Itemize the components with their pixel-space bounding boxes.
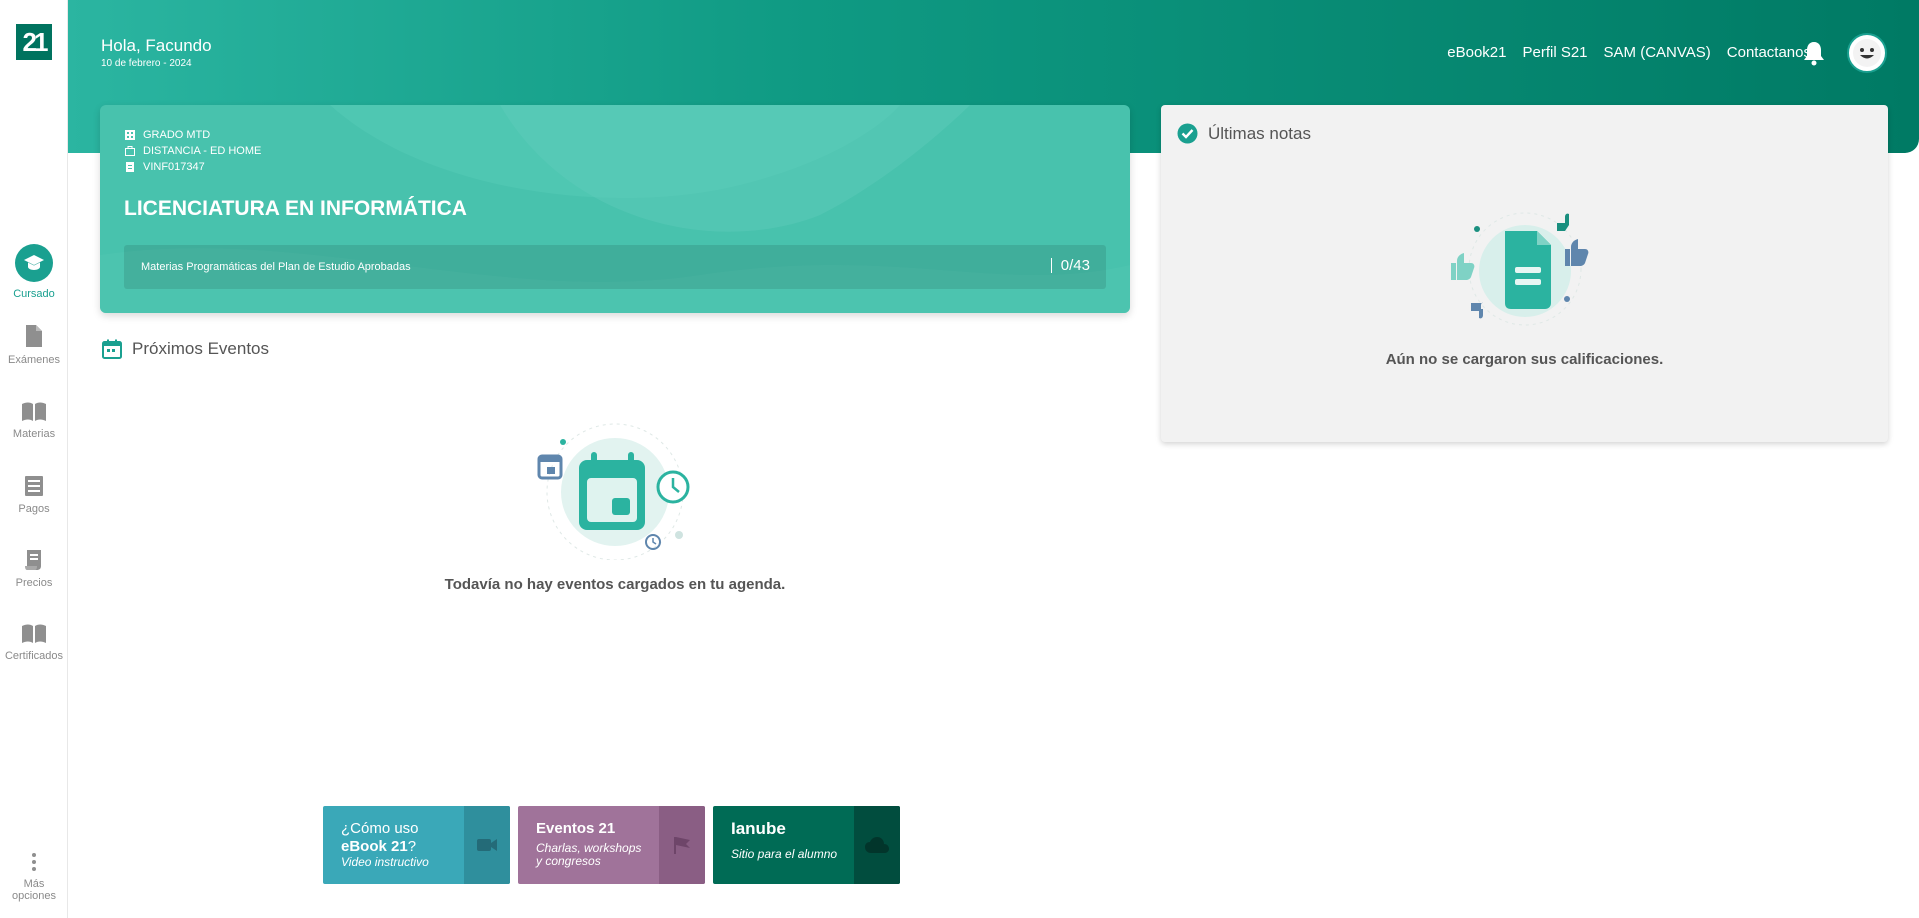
current-date: 10 de febrero - 2024 (101, 58, 192, 69)
events-section-title: Próximos Eventos (132, 339, 269, 358)
sidebar-item-label: Exámenes (8, 354, 60, 366)
tile-ebook21-title: ¿Cómo uso eBook 21? (341, 820, 419, 856)
tile-eventos21[interactable]: Eventos 21 Charlas, workshops y congreso… (518, 806, 705, 884)
more-options-label-2: opciones (11, 890, 57, 902)
nav-ebook21[interactable]: eBook21 (1447, 44, 1506, 61)
program-code: VINF017347 (143, 161, 205, 173)
tile-ebook21-line1: ¿Cómo uso (341, 820, 419, 837)
grades-section-title: Últimas notas (1208, 123, 1311, 143)
smiley-face-icon (1853, 39, 1881, 67)
brand-logo[interactable]: 21 (16, 24, 52, 60)
check-circle-icon (1177, 123, 1198, 144)
price-list-icon (25, 550, 41, 570)
approved-subjects-bar: Materias Programáticas del Plan de Estud… (124, 245, 1106, 289)
tile-ebook21-subtitle: Video instructivo (341, 855, 429, 869)
tile-ebook21-line2: eBook 21 (341, 838, 408, 855)
empty-calendar-illustration (537, 423, 690, 560)
more-options-label-1: Más (23, 878, 45, 890)
nav-contactanos[interactable]: Contactanos (1727, 44, 1811, 61)
file-icon (26, 325, 42, 347)
sidebar-item-label: Pagos (18, 503, 50, 515)
nav-perfil-s21[interactable]: Perfil S21 (1522, 44, 1587, 61)
sidebar: 21 Cursado Exámenes Materias Pagos Preci… (0, 0, 68, 918)
briefcase-icon (125, 146, 135, 156)
sidebar-item-label: Materias (12, 428, 56, 440)
program-title: LICENCIATURA EN INFORMÁTICA (124, 197, 467, 220)
sidebar-item-label: Certificados (4, 650, 64, 662)
events-section-header: Próximos Eventos (102, 339, 269, 359)
more-vertical-icon (32, 853, 36, 871)
avatar[interactable] (1847, 33, 1887, 73)
program-level: GRADO MTD (143, 129, 211, 141)
sidebar-item-cursado[interactable]: Cursado (0, 244, 68, 300)
tile-ianube-title: Ianube (731, 819, 786, 838)
latest-grades-panel: Últimas notas Aún no se cargaron sus cal… (1161, 105, 1888, 442)
grades-empty-message: Aún no se cargaron sus calificaciones. (1385, 351, 1664, 368)
tile-ianube-subtitle: Sitio para el alumno (731, 847, 838, 861)
building-icon (125, 130, 135, 140)
graduation-cap-icon (15, 244, 53, 282)
sidebar-item-precios[interactable]: Precios (0, 549, 68, 589)
sidebar-item-examenes[interactable]: Exámenes (0, 324, 68, 366)
cloud-icon (865, 837, 889, 853)
tile-ebook21-side (464, 806, 510, 884)
more-options-button[interactable]: Más opciones (0, 852, 68, 902)
approved-subjects-label: Materias Programáticas del Plan de Estud… (141, 261, 411, 273)
grades-section-header: Últimas notas (1177, 123, 1311, 144)
sidebar-item-certificados[interactable]: Certificados (0, 624, 68, 662)
program-modality-row: DISTANCIA - ED HOME (125, 145, 261, 157)
tile-ianube-side (854, 806, 900, 884)
program-card: GRADO MTD DISTANCIA - ED HOME VINF017347… (100, 105, 1130, 313)
document-icon (126, 162, 134, 172)
greeting: Hola, Facundo (101, 36, 212, 55)
tile-ianube[interactable]: Ianube Sitio para el alumno (713, 806, 900, 884)
top-nav: eBook21 Perfil S21 SAM (CANVAS) Contacta… (1447, 44, 1811, 61)
program-code-row: VINF017347 (125, 161, 205, 173)
sidebar-item-label: Precios (15, 577, 53, 589)
book-open-icon (22, 402, 46, 421)
program-level-row: GRADO MTD (125, 129, 210, 141)
nav-sam-canvas[interactable]: SAM (CANVAS) (1604, 44, 1711, 61)
tile-eventos21-side (659, 806, 705, 884)
flag-icon (674, 837, 690, 854)
certificate-book-icon (22, 624, 46, 643)
sidebar-item-materias[interactable]: Materias (0, 402, 68, 440)
tile-eventos21-subtitle-2: y congresos (536, 854, 601, 868)
approved-subjects-count: 0/43 (1050, 258, 1090, 273)
tile-ebook21-line2-suffix: ? (407, 838, 417, 855)
calendar-icon (102, 339, 122, 359)
receipt-icon (25, 476, 43, 496)
video-camera-icon (477, 839, 497, 851)
sidebar-item-label: Cursado (13, 288, 55, 300)
tile-ebook21-tutorial[interactable]: ¿Cómo uso eBook 21? Video instructivo (323, 806, 510, 884)
sidebar-item-pagos[interactable]: Pagos (0, 475, 68, 515)
empty-grades-illustration (1451, 212, 1589, 326)
tile-eventos21-title: Eventos 21 (536, 820, 616, 837)
events-empty-message: Todavía no hay eventos cargados en tu ag… (444, 576, 786, 593)
bell-icon[interactable] (1803, 40, 1825, 66)
program-modality: DISTANCIA - ED HOME (143, 145, 262, 157)
